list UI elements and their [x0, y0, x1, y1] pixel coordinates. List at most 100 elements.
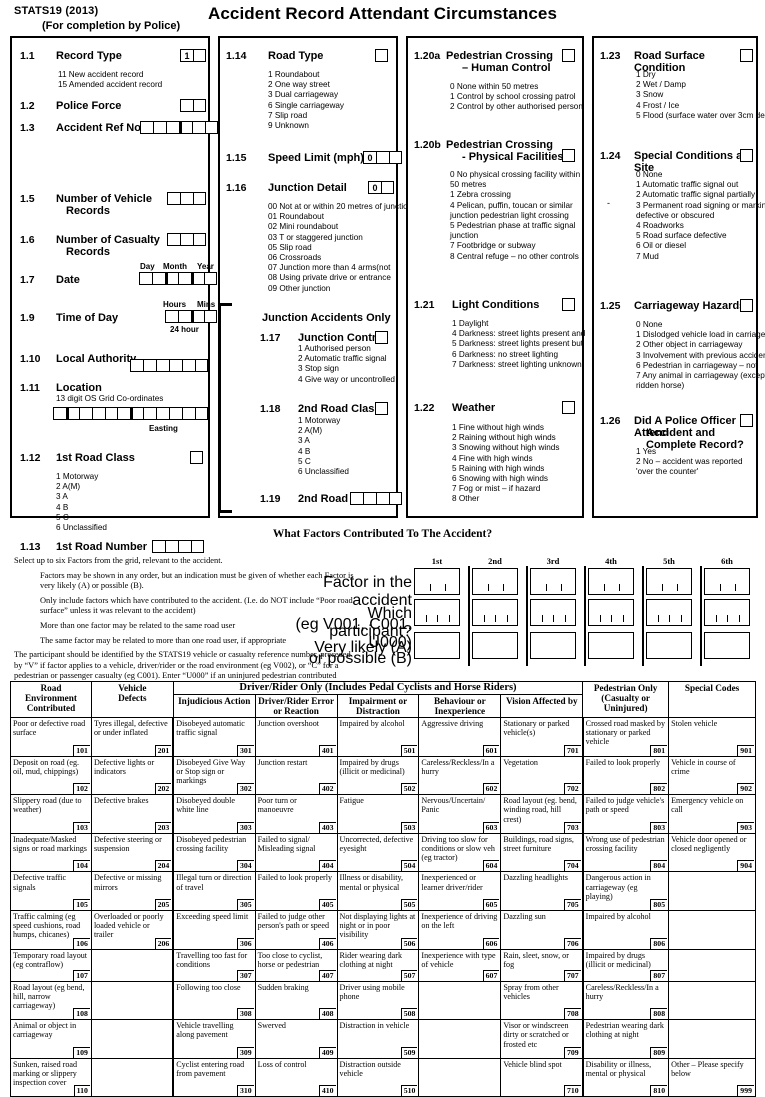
factor-cell[interactable]: Nervous/Uncertain/ Panic 603	[418, 794, 502, 834]
field-1-1-digit-1[interactable]: 1	[180, 49, 193, 62]
factor-cell[interactable]: Spray from other vehicles 708	[500, 980, 584, 1021]
field-1-10-input[interactable]	[130, 359, 208, 372]
field-1-12-input[interactable]	[190, 451, 203, 464]
factor-cell[interactable]	[90, 948, 174, 982]
field-1-2-input[interactable]	[180, 99, 206, 112]
factor-cell[interactable]: Distraction in vehicle 509	[336, 1019, 420, 1059]
field-1-23-input[interactable]	[740, 49, 753, 62]
digit-box[interactable]	[156, 359, 169, 372]
digit-box[interactable]	[152, 540, 165, 553]
digit-box[interactable]	[156, 407, 169, 420]
factor-cell[interactable]: Defective lights or indicators 202	[90, 755, 174, 796]
digit-box[interactable]	[182, 359, 195, 372]
factor-cell[interactable]: Disobeyed double white line 303	[172, 794, 256, 834]
factor-cell[interactable]: Too close to cyclist, horse or pedestria…	[254, 948, 338, 982]
factor-cell[interactable]: Failed to signal/ Misleading signal 404	[254, 832, 338, 873]
factor-cell[interactable]: Dangerous action in carriageway (eg play…	[582, 871, 670, 912]
digit-box[interactable]	[204, 272, 217, 285]
factor-cell[interactable]: Disobeyed automatic traffic signal 301	[172, 717, 256, 757]
factor-cell[interactable]: Stationary or parked vehicle(s) 701	[500, 717, 584, 757]
factor-cell[interactable]: Temporary road layout (eg contraflow) 107	[10, 948, 92, 982]
factor-cell[interactable]: Vegetation 702	[500, 755, 584, 796]
digit-box[interactable]	[389, 151, 402, 164]
factor-cell[interactable]: Dazzling sun 706	[500, 910, 584, 950]
likelihood-cell-1[interactable]	[414, 632, 460, 659]
field-1-15-digit-1[interactable]: 0	[363, 151, 376, 164]
factor-cell[interactable]: Failed to judge vehicle's path or speed 8…	[582, 794, 670, 834]
factor-cell[interactable]: Poor or defective road surface 101	[10, 717, 92, 757]
factor-cell[interactable]: Visor or windscreen dirty or scratched o…	[500, 1019, 584, 1059]
factor-cell[interactable]	[418, 1019, 502, 1059]
factor-cell[interactable]: Inexperience of driving on the left 606	[418, 910, 502, 950]
digit-box[interactable]	[165, 272, 178, 285]
digit-box[interactable]	[169, 359, 182, 372]
digit-box[interactable]	[191, 540, 204, 553]
factor-cell[interactable]: Vehicle in course of crime 902	[668, 755, 756, 796]
digit-box[interactable]	[376, 151, 389, 164]
factor-cell[interactable]: Illness or disability, mental or physica…	[336, 871, 420, 912]
factor-cell[interactable]: Failed to judge other person's path or s…	[254, 910, 338, 950]
field-1-1-input[interactable]: 1	[180, 49, 206, 62]
factor-cell[interactable]: Buildings, road signs, street furniture 7…	[500, 832, 584, 873]
factor-cell[interactable]: Sudden braking 408	[254, 980, 338, 1021]
digit-box[interactable]	[363, 492, 376, 505]
digit-box[interactable]	[139, 272, 152, 285]
digit-box[interactable]	[204, 310, 217, 323]
participant-cell-6[interactable]	[704, 599, 750, 626]
factor-cell[interactable]: Tyres illegal, defective or under inflat…	[90, 717, 174, 757]
factor-cell[interactable]: Distraction outside vehicle 510	[336, 1057, 420, 1097]
field-1-18-input[interactable]	[375, 402, 388, 415]
digit-box[interactable]	[193, 192, 206, 205]
likelihood-cell-4[interactable]	[588, 632, 634, 659]
factor-cell[interactable]: Sunken, raised road marking or slippery …	[10, 1057, 92, 1097]
field-1-6-input[interactable]	[167, 233, 206, 246]
factor-cell[interactable]	[418, 1057, 502, 1097]
factor-cell[interactable]	[90, 1057, 174, 1097]
field-1-11-easting-input[interactable]	[117, 407, 208, 420]
factor-cell[interactable]: Careless/Reckless/In a hurry 602	[418, 755, 502, 796]
factor-code-cell-6[interactable]	[704, 568, 750, 595]
factor-cell[interactable]: Traffic calming (eg speed cushions, road…	[10, 910, 92, 950]
factor-cell[interactable]	[90, 980, 174, 1021]
digit-box[interactable]	[182, 407, 195, 420]
factor-cell[interactable]	[668, 1019, 756, 1059]
digit-box[interactable]	[179, 121, 192, 134]
digit-box[interactable]	[193, 99, 206, 112]
factor-cell[interactable]: Slippery road (due to weather) 103	[10, 794, 92, 834]
field-1-1-digit-2[interactable]	[193, 49, 206, 62]
field-1-7-input[interactable]	[139, 272, 217, 285]
field-1-24-input[interactable]	[740, 149, 753, 162]
factor-code-cell-2[interactable]	[472, 568, 518, 595]
factor-cell[interactable]: Disobeyed Give Way or Stop sign or marki…	[172, 755, 256, 796]
factor-cell[interactable]: Disobeyed pedestrian crossing facility 30…	[172, 832, 256, 873]
participant-cell-1[interactable]	[414, 599, 460, 626]
digit-box[interactable]	[178, 272, 191, 285]
factor-cell[interactable]: Inadequate/Masked signs or road markings…	[10, 832, 92, 873]
factor-cell[interactable]: Impaired by alcohol 806	[582, 910, 670, 950]
digit-box[interactable]	[192, 121, 205, 134]
factor-code-cell-4[interactable]	[588, 568, 634, 595]
field-1-5-input[interactable]	[167, 192, 206, 205]
factor-cell[interactable]: Careless/Reckless/In a hurry 808	[582, 980, 670, 1021]
field-1-22-input[interactable]	[562, 401, 575, 414]
factor-cell[interactable]	[418, 980, 502, 1021]
digit-box[interactable]	[191, 272, 204, 285]
factor-cell[interactable]: Fatigue 503	[336, 794, 420, 834]
digit-box[interactable]	[195, 407, 208, 420]
digit-box[interactable]	[180, 99, 193, 112]
field-1-16-input[interactable]: 0	[368, 181, 394, 194]
digit-box[interactable]	[166, 121, 179, 134]
factor-cell[interactable]: Disability or illness, mental or physica…	[582, 1057, 670, 1097]
field-1-21-input[interactable]	[562, 298, 575, 311]
digit-box[interactable]	[191, 310, 204, 323]
digit-box[interactable]	[79, 407, 92, 420]
factor-cell[interactable]: Uncorrected, defective eyesight 504	[336, 832, 420, 873]
likelihood-cell-2[interactable]	[472, 632, 518, 659]
factor-cell[interactable]: Wrong use of pedestrian crossing facilit…	[582, 832, 670, 873]
factor-cell[interactable]: Stolen vehicle 901	[668, 717, 756, 757]
factor-cell[interactable]: Defective steering or suspension 204	[90, 832, 174, 873]
digit-box[interactable]	[153, 121, 166, 134]
factor-cell[interactable]: Junction restart 402	[254, 755, 338, 796]
factor-cell[interactable]: Loss of control 410	[254, 1057, 338, 1097]
factor-cell[interactable]: Defective brakes 203	[90, 794, 174, 834]
